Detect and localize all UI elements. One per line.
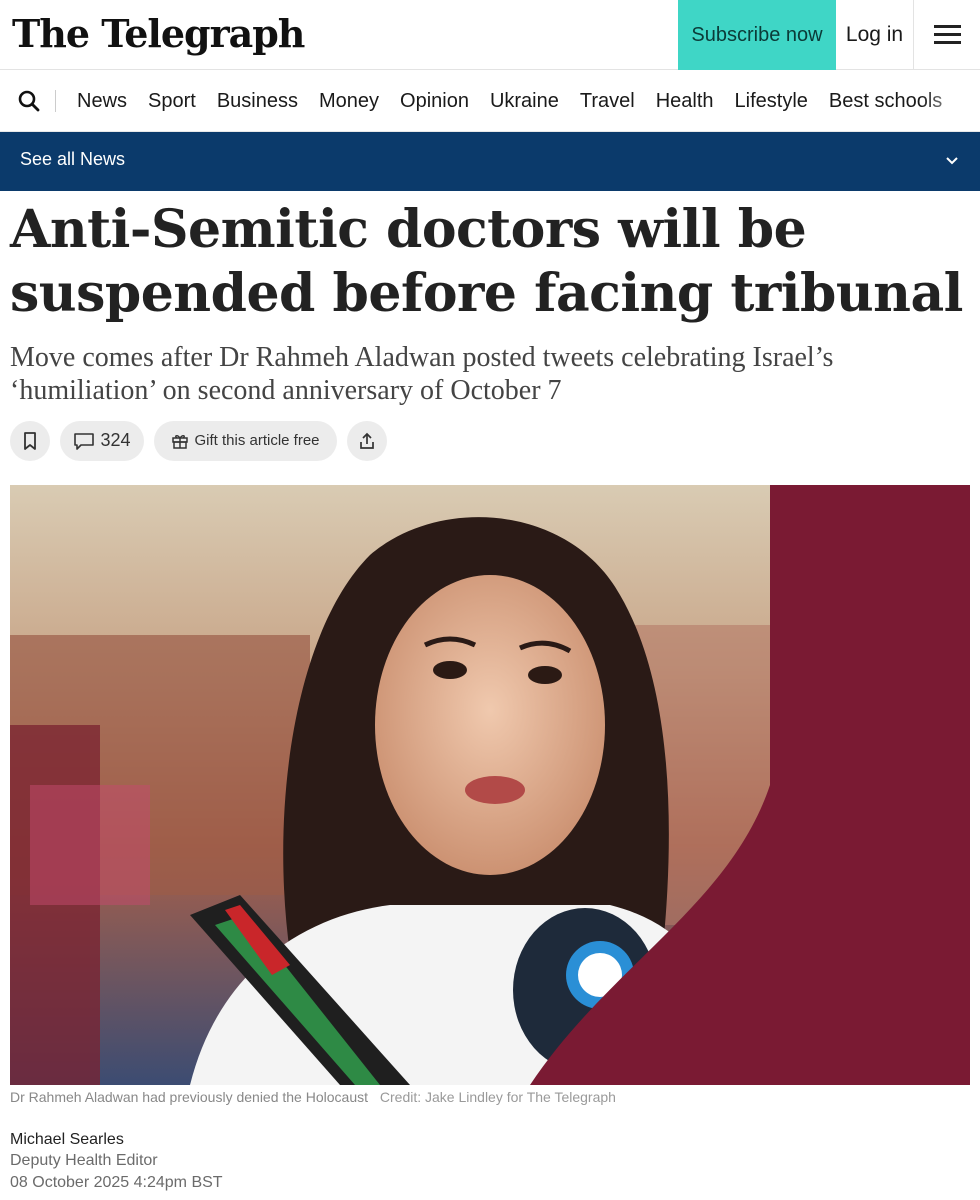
byline: Michael Searles Deputy Health Editor 08 … <box>10 1130 223 1194</box>
comment-icon <box>74 432 95 450</box>
nav-items: News Sport Business Money Opinion Ukrain… <box>77 70 963 131</box>
nav-item-health[interactable]: Health <box>656 90 714 113</box>
bookmark-button[interactable] <box>10 420 50 461</box>
publish-date: 08 October 2025 4:24pm BST <box>10 1174 223 1191</box>
bookmark-icon <box>24 431 36 450</box>
search-icon[interactable] <box>16 88 42 114</box>
gift-icon <box>172 434 189 449</box>
nav-item-money[interactable]: Money <box>319 90 379 113</box>
menu-button[interactable] <box>913 0 980 70</box>
hamburger-icon <box>933 25 961 45</box>
main-nav: News Sport Business Money Opinion Ukrain… <box>0 70 980 132</box>
nav-scroll-fade <box>920 70 980 131</box>
nav-divider <box>55 90 56 112</box>
login-link[interactable]: Log in <box>836 0 913 70</box>
caption-credit: Credit: Jake Lindley for The Telegraph <box>379 1089 616 1105</box>
article-actions: 324 Gift this article free <box>10 420 397 461</box>
comment-count: 324 <box>100 430 131 450</box>
image-caption: Dr Rahmeh Aladwan had previously denied … <box>10 1089 616 1105</box>
share-button[interactable] <box>347 420 387 461</box>
author-name[interactable]: Michael Searles <box>10 1130 223 1150</box>
comments-button[interactable]: 324 <box>60 420 144 461</box>
article-standfirst: Move comes after Dr Rahmeh Aladwan poste… <box>10 342 834 406</box>
article-headline: Anti-Semitic doctors will be suspended b… <box>10 199 963 324</box>
share-icon <box>360 432 374 449</box>
telegraph-logo[interactable]: The Telegraph <box>12 10 305 58</box>
nav-item-lifestyle[interactable]: Lifestyle <box>735 90 808 113</box>
nav-item-ukraine[interactable]: Ukraine <box>490 90 559 113</box>
gift-label: Gift this article free <box>194 432 320 449</box>
subscribe-button[interactable]: Subscribe now <box>678 0 836 70</box>
nav-item-travel[interactable]: Travel <box>580 90 635 113</box>
see-all-news-bar[interactable]: See all News <box>0 132 980 191</box>
author-role: Deputy Health Editor <box>10 1152 158 1169</box>
top-header: The Telegraph Subscribe now Log in <box>0 0 980 70</box>
hero-photo <box>10 485 970 1085</box>
nav-item-sport[interactable]: Sport <box>148 90 196 113</box>
nav-item-news[interactable]: News <box>77 90 127 113</box>
nav-item-business[interactable]: Business <box>217 90 298 113</box>
article-hero-image <box>10 485 970 1085</box>
nav-item-opinion[interactable]: Opinion <box>400 90 469 113</box>
see-all-news-label: See all News <box>20 149 126 169</box>
caption-text: Dr Rahmeh Aladwan had previously denied … <box>10 1089 368 1105</box>
gift-article-button[interactable]: Gift this article free <box>154 420 337 461</box>
chevron-down-icon <box>944 152 960 168</box>
